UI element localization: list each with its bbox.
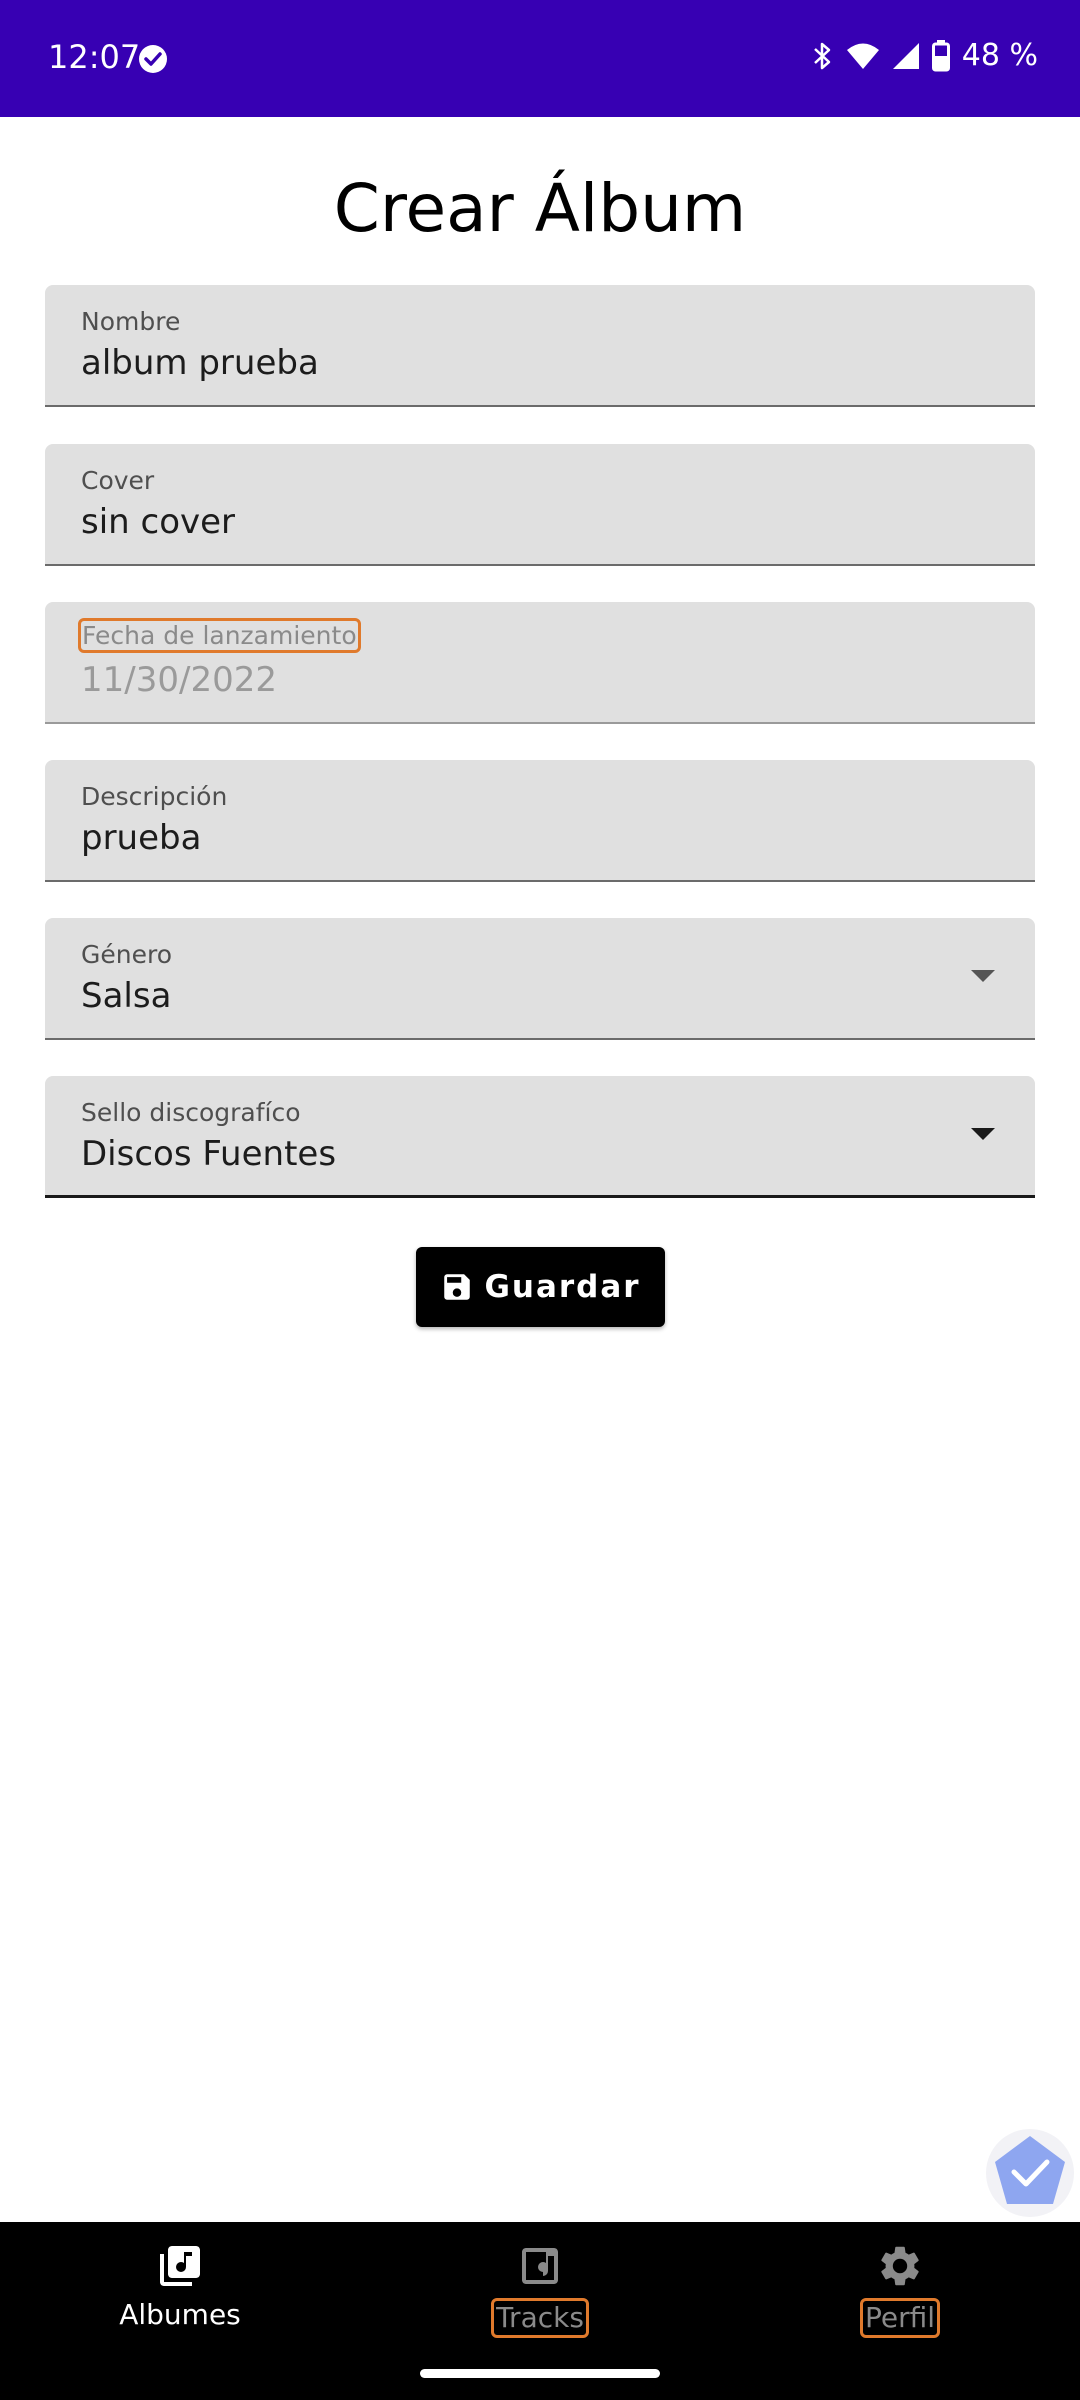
fecha-lanzamiento-value: 11/30/2022 — [81, 660, 277, 700]
nombre-value: album prueba — [81, 343, 319, 383]
status-icons: 48 % — [812, 38, 1038, 73]
check-badge-icon[interactable] — [985, 2128, 1075, 2218]
nombre-field[interactable]: Nombre album prueba — [45, 285, 1035, 407]
dropdown-arrow-icon[interactable] — [971, 1128, 995, 1140]
status-bar: 12:07 48 % — [0, 0, 1080, 117]
nav-label-tracks: Tracks — [491, 2298, 589, 2338]
descripcion-value: prueba — [81, 818, 202, 858]
save-button[interactable]: Guardar — [416, 1247, 665, 1327]
battery-icon — [931, 39, 950, 71]
nav-item-albumes[interactable]: Albumes — [60, 2242, 300, 2352]
fecha-lanzamiento-label: Fecha de lanzamiento — [78, 618, 361, 653]
nav-item-perfil[interactable]: Perfil — [780, 2242, 1020, 2352]
fecha-lanzamiento-field[interactable]: Fecha de lanzamiento 11/30/2022 — [45, 602, 1035, 724]
save-icon — [444, 1274, 471, 1300]
album-library-icon — [160, 2246, 200, 2286]
signal-icon — [892, 42, 919, 69]
check-circle-icon — [139, 45, 167, 73]
music-note-icon — [522, 2248, 558, 2284]
bluetooth-icon — [813, 42, 831, 69]
cover-label: Cover — [81, 466, 155, 495]
battery-percentage: 48 % — [961, 38, 1038, 73]
sello-discografico-value: Discos Fuentes — [81, 1134, 337, 1174]
nombre-label: Nombre — [81, 307, 181, 336]
sello-discografico-dropdown[interactable]: Sello discografíco Discos Fuentes — [45, 1076, 1035, 1198]
page-title: Crear Álbum — [333, 170, 747, 247]
nav-label-perfil: Perfil — [859, 2298, 941, 2338]
descripcion-field[interactable]: Descripción prueba — [45, 760, 1035, 882]
nav-item-tracks[interactable]: Tracks — [420, 2242, 660, 2352]
home-indicator[interactable] — [420, 2369, 660, 2378]
nav-label-albumes: Albumes — [119, 2298, 241, 2331]
cover-field[interactable]: Cover sin cover — [45, 444, 1035, 566]
wifi-icon — [846, 43, 879, 69]
save-button-label: Guardar — [484, 1269, 641, 1305]
sello-discografico-label: Sello discografíco — [81, 1098, 301, 1127]
genero-label: Género — [81, 940, 173, 969]
status-time: 12:07 — [48, 38, 141, 76]
genero-value: Salsa — [81, 976, 172, 1016]
genero-dropdown[interactable]: Género Salsa — [45, 918, 1035, 1040]
descripcion-label: Descripción — [81, 782, 228, 811]
gear-icon — [881, 2246, 919, 2286]
dropdown-arrow-icon[interactable] — [971, 970, 995, 982]
cover-value: sin cover — [81, 502, 236, 542]
